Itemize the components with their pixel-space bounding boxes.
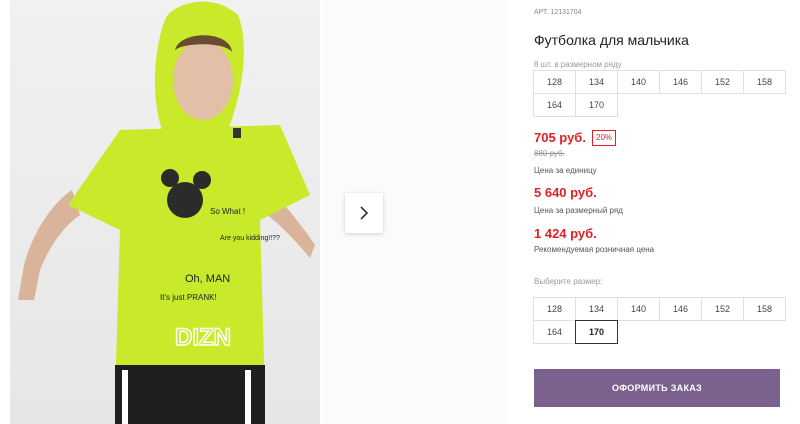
size-option-170-selected[interactable]: 170 [575, 320, 618, 344]
range-price: 5 640 руб. [534, 185, 597, 200]
discount-badge: 20% [592, 130, 617, 146]
range-size-cell: 140 [617, 70, 660, 94]
print-text-1: So What ! [210, 207, 245, 216]
product-photo[interactable]: So What ! Are you kidding!!?? Oh, MAN It… [10, 0, 320, 424]
size-selector: 128 134 140 146 152 158 164 170 [533, 297, 786, 344]
choose-size-label: Выберите размер: [534, 277, 603, 286]
chevron-right-icon [360, 206, 369, 220]
print-text-3: Oh, MAN [185, 273, 230, 285]
range-size-cell: 134 [575, 70, 618, 94]
range-size-cell: 164 [533, 93, 576, 117]
size-option-164[interactable]: 164 [533, 320, 576, 344]
size-option-158[interactable]: 158 [743, 297, 786, 321]
unit-price: 705 руб. [534, 130, 586, 145]
old-price: 880 руб. [534, 149, 565, 158]
place-order-button[interactable]: ОФОРМИТЬ ЗАКАЗ [534, 369, 780, 407]
range-price-label: Цена за размерный ряд [534, 206, 623, 215]
size-option-146[interactable]: 146 [659, 297, 702, 321]
range-size-cell: 170 [575, 93, 618, 117]
article-number: АРТ. 12131704 [534, 9, 582, 16]
print-text-4: It's just PRANK! [160, 293, 217, 302]
size-option-152[interactable]: 152 [701, 297, 744, 321]
retail-price: 1 424 руб. [534, 226, 597, 241]
range-size-cell: 128 [533, 70, 576, 94]
print-text-5: DIZN [175, 324, 231, 351]
size-option-134[interactable]: 134 [575, 297, 618, 321]
range-size-cell: 158 [743, 70, 786, 94]
product-gallery: So What ! Are you kidding!!?? Oh, MAN It… [0, 0, 508, 424]
size-option-140[interactable]: 140 [617, 297, 660, 321]
unit-price-label: Цена за единицу [534, 166, 597, 175]
print-text-2: Are you kidding!!?? [220, 235, 280, 242]
range-size-cell: 152 [701, 70, 744, 94]
retail-price-label: Рекомендуемая розничная цена [534, 245, 655, 254]
size-range-note: 8 шт. в размерном ряду [534, 60, 622, 69]
range-size-cell: 146 [659, 70, 702, 94]
size-option-128[interactable]: 128 [533, 297, 576, 321]
size-range-grid: 128 134 140 146 152 158 164 170 [533, 70, 786, 117]
boy-in-lime-tshirt-image: So What ! Are you kidding!!?? Oh, MAN It… [18, 1, 315, 424]
gallery-next-button[interactable] [345, 193, 383, 233]
product-info-panel: АРТ. 12131704 Футболка для мальчика 8 шт… [533, 0, 794, 424]
product-title: Футболка для мальчика [534, 32, 689, 48]
